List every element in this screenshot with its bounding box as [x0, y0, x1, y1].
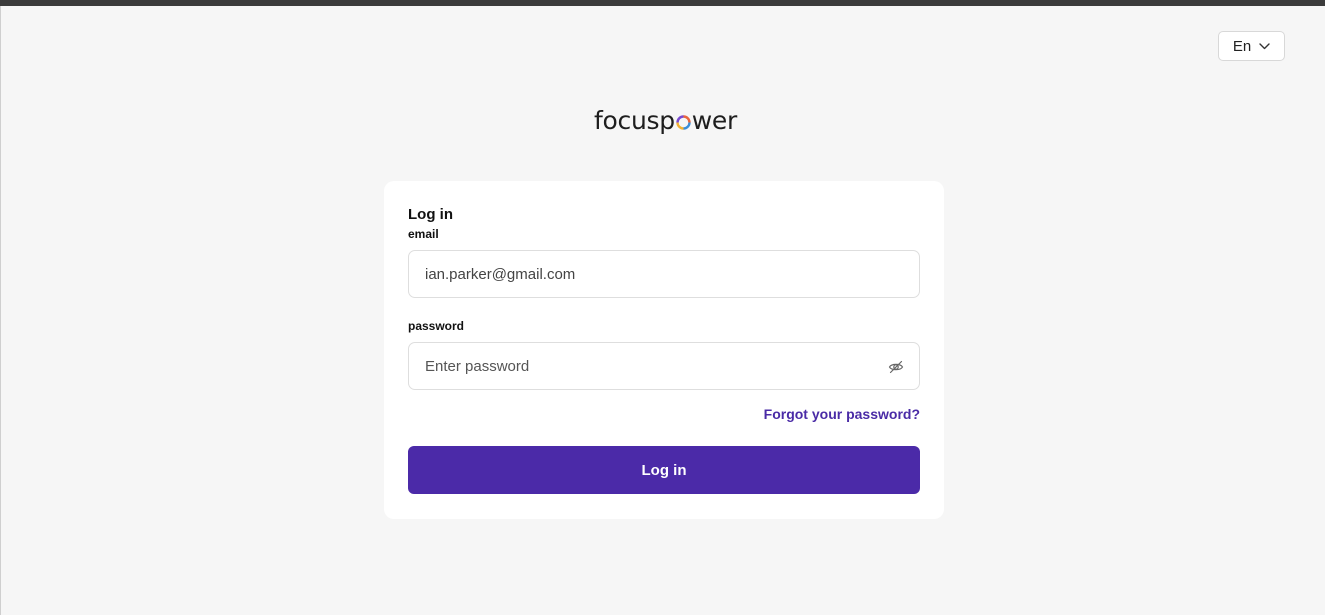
login-button[interactable]: Log in [408, 446, 920, 494]
chevron-down-icon [1259, 42, 1270, 50]
logo-text-end: wer [691, 105, 738, 135]
login-card: Log in email password Forgot your passwo… [384, 181, 944, 519]
window-left-edge [0, 6, 1, 615]
language-select[interactable]: En [1218, 31, 1285, 61]
email-field[interactable] [408, 250, 920, 298]
eye-off-icon[interactable] [888, 359, 904, 375]
email-label: email [408, 227, 439, 241]
window-top-bar [0, 0, 1325, 6]
logo-ring-icon [676, 114, 691, 130]
forgot-password-link[interactable]: Forgot your password? [764, 406, 920, 422]
language-select-value: En [1232, 37, 1252, 55]
password-field[interactable] [408, 342, 920, 390]
password-label: password [408, 319, 465, 333]
login-title: Log in [408, 206, 453, 223]
focuspower-logo: focusp wer [594, 103, 737, 137]
logo-text-start: focusp [594, 105, 675, 135]
